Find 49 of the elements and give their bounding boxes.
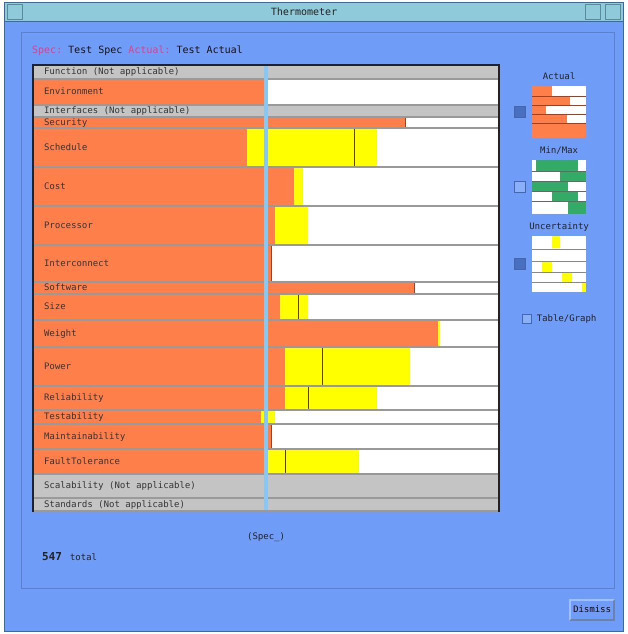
uncertainty-band	[438, 321, 440, 346]
view-label: Uncertainty	[529, 222, 589, 232]
minmax-thumbnail-drawing	[532, 160, 586, 214]
uncertainty-band	[280, 295, 308, 319]
row-label: Weight	[44, 328, 77, 338]
view-label: Min/Max	[540, 146, 578, 156]
window-menu-button[interactable]	[7, 4, 23, 20]
view-checkbox[interactable]	[514, 258, 526, 270]
legend-text: Test Spec	[68, 45, 122, 56]
maximize-button[interactable]	[605, 4, 621, 20]
axis-label: (Spec_)	[246, 532, 286, 542]
row-label: Reliability	[44, 393, 104, 403]
minimize-button[interactable]	[585, 4, 601, 20]
row-label: FaultTolerance	[44, 456, 120, 466]
actual-thumbnail-drawing	[532, 86, 586, 138]
table-graph-label: Table/Graph	[536, 314, 596, 324]
view-label: Actual	[542, 72, 576, 82]
legend-text: Test Actual	[176, 45, 243, 56]
row-label: Size	[44, 302, 66, 312]
dismiss-button[interactable]: Dismiss	[569, 599, 615, 621]
estimate-marker	[354, 129, 356, 166]
window-title: Thermometer	[270, 6, 338, 18]
uncertainty-thumbnail-drawing	[532, 236, 586, 292]
legend-text: Spec:	[32, 45, 62, 56]
estimate-marker	[322, 348, 323, 385]
row-label: Maintainability	[44, 432, 126, 442]
row-label: Environment	[44, 87, 104, 97]
uncertainty-band	[275, 207, 308, 244]
row-label: Standards (Not applicable)	[44, 500, 185, 510]
row-label: Interconnect	[44, 258, 110, 268]
row-label: Schedule	[44, 142, 88, 152]
row-label: Security	[44, 118, 88, 128]
row-label: Processor	[44, 220, 93, 230]
row-label: Software	[44, 283, 88, 293]
total-label: total	[70, 553, 97, 563]
estimate-marker	[298, 295, 300, 319]
estimate-marker	[284, 450, 286, 473]
row-label: Scalability (Not applicable)	[44, 481, 196, 491]
legend-text: Actual:	[128, 45, 170, 56]
row-label: Testability	[44, 412, 104, 422]
row-label: Cost	[44, 182, 66, 192]
view-checkbox[interactable]	[514, 106, 526, 118]
view-checkbox[interactable]	[514, 181, 526, 193]
total-value: 547	[42, 550, 62, 563]
row-label: Power	[44, 362, 72, 372]
table-graph-checkbox[interactable]	[522, 314, 532, 324]
estimate-marker	[308, 387, 309, 409]
row-label: Interfaces (Not applicable)	[44, 106, 190, 116]
row-label: Function (Not applicable)	[44, 67, 180, 77]
